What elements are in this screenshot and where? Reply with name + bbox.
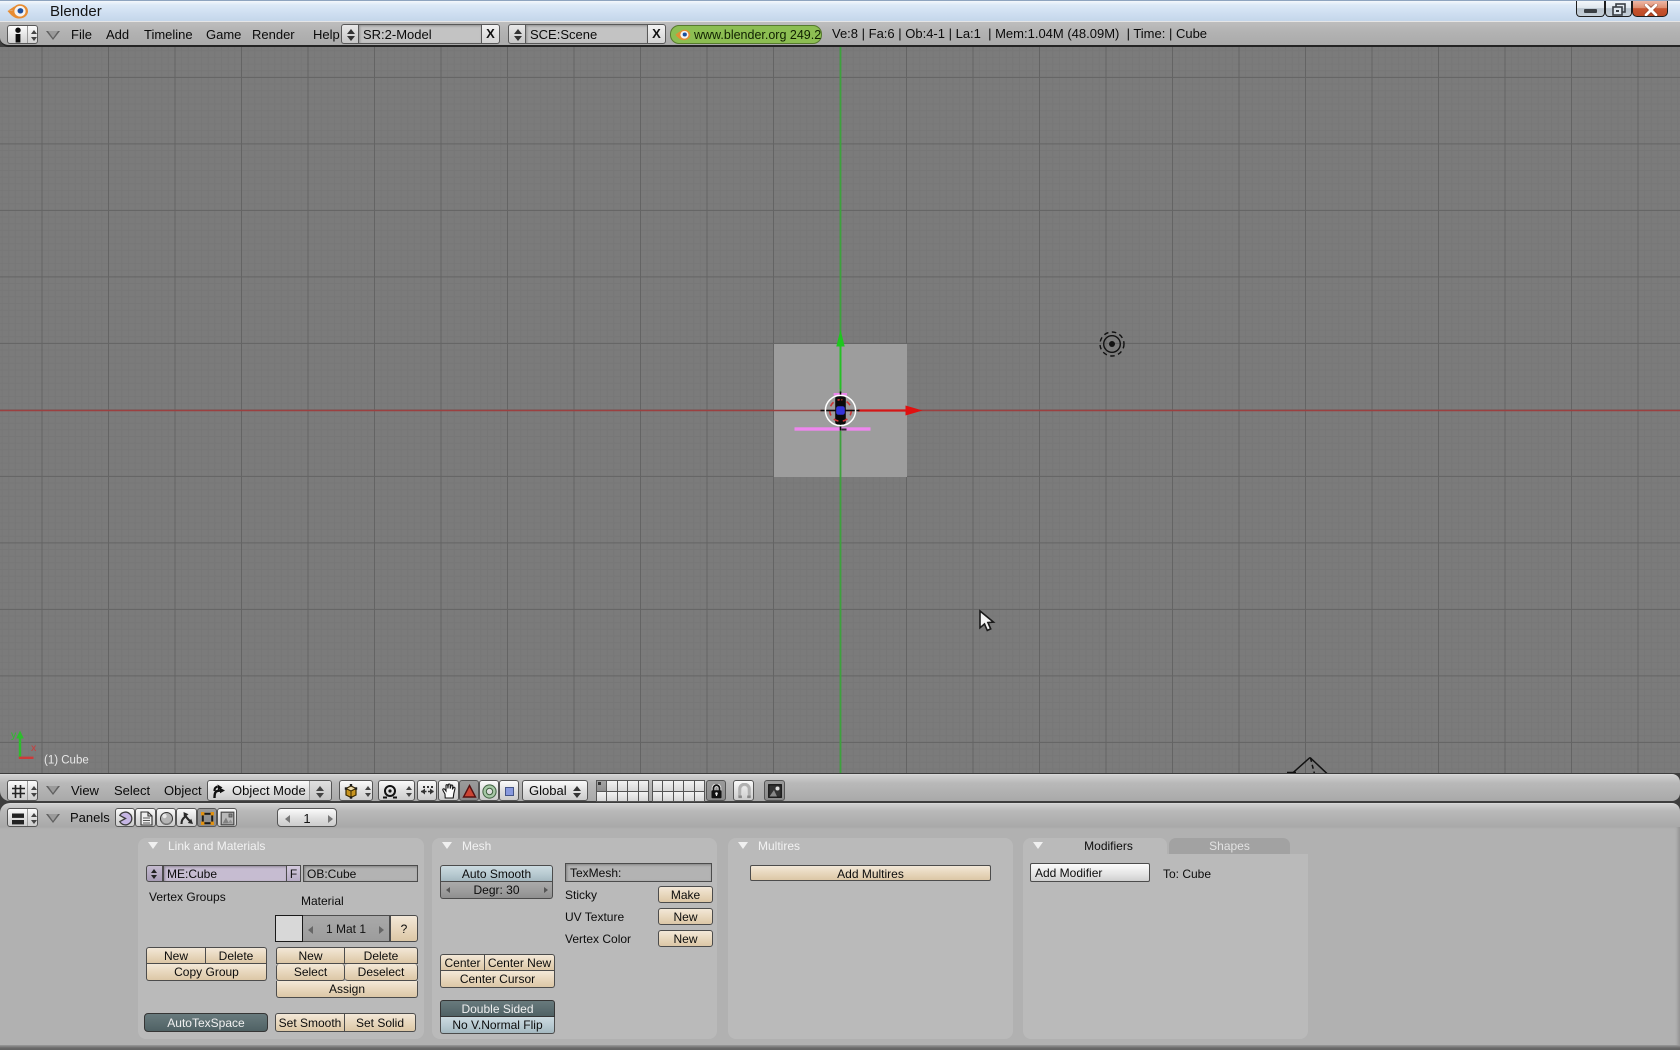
svg-text:x: x bbox=[31, 742, 37, 754]
svg-text:(1) Cube: (1) Cube bbox=[44, 755, 89, 767]
svg-text:y: y bbox=[11, 729, 17, 741]
